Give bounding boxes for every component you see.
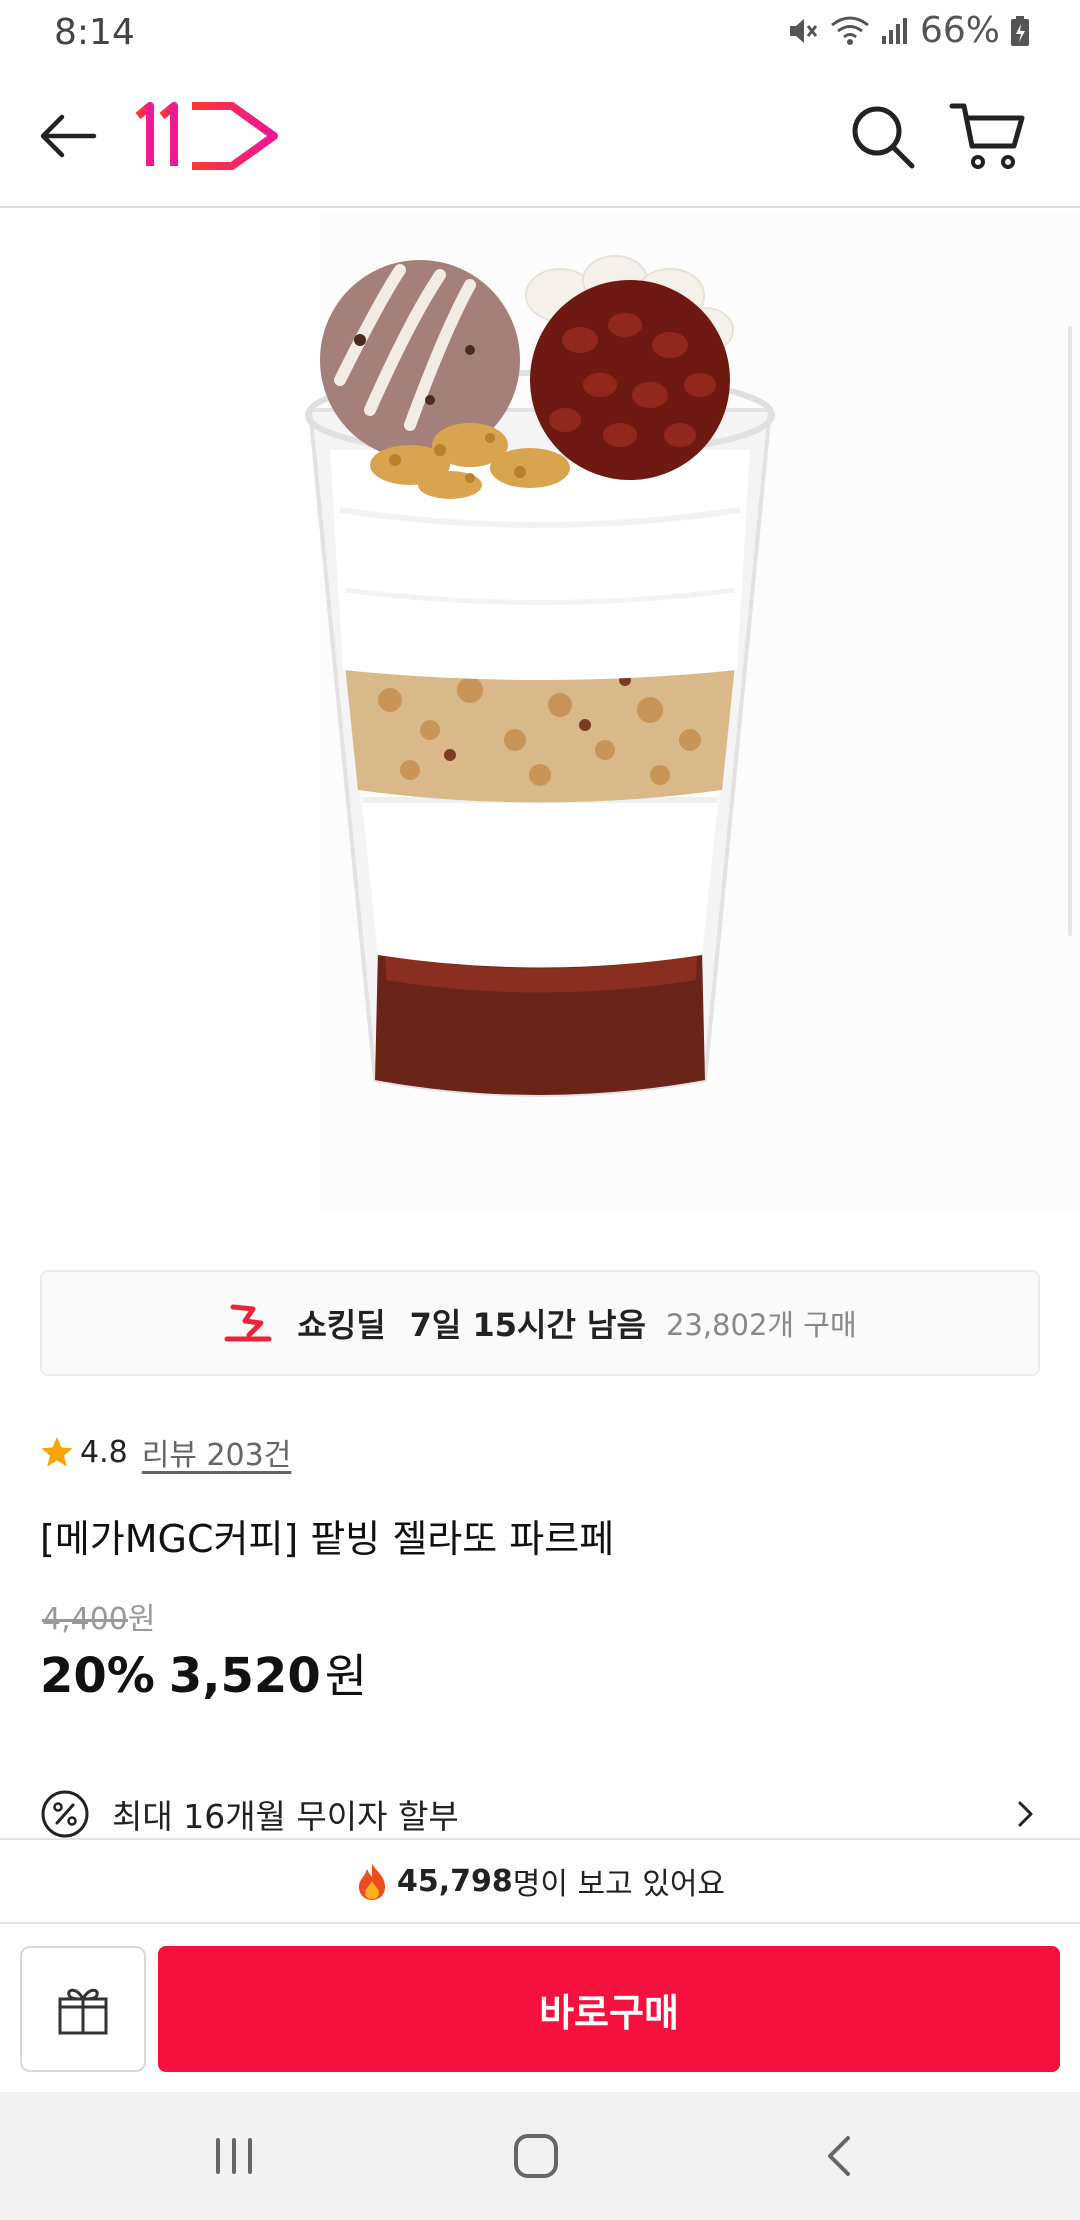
battery-icon bbox=[1011, 15, 1029, 46]
gift-button[interactable] bbox=[20, 1946, 146, 2072]
star-icon bbox=[41, 1437, 73, 1467]
deal-remaining-time: 7일 15시간 남음 bbox=[409, 1306, 646, 1344]
review-count-link[interactable]: 리뷰 203건 bbox=[142, 1430, 292, 1474]
mute-icon bbox=[789, 18, 818, 43]
original-price-currency: 원 bbox=[127, 1602, 156, 1637]
gift-icon bbox=[58, 1988, 108, 2035]
sale-price-row: 20% 3,520 원 bbox=[40, 1640, 367, 1706]
deal-purchase-count: 23,802개 구매 bbox=[665, 1308, 857, 1342]
system-nav-bar bbox=[0, 2092, 1080, 2220]
status-time: 8:14 bbox=[54, 12, 135, 53]
scroll-indicator[interactable] bbox=[1068, 326, 1072, 936]
fire-icon bbox=[358, 1863, 385, 1900]
status-bar: 8:14 66% bbox=[0, 0, 1080, 64]
status-icons: 66% bbox=[786, 10, 1030, 51]
shocking-deal-banner[interactable]: 쇼킹딜 7일 15시간 남음 23,802개 구매 bbox=[40, 1270, 1040, 1376]
rating-row: 4.8 리뷰 203건 bbox=[40, 1430, 291, 1474]
back-arrow-icon[interactable] bbox=[36, 104, 100, 168]
chevron-right-icon bbox=[1018, 1801, 1033, 1827]
viewers-text: 명이 보고 있어요 bbox=[512, 1867, 726, 1902]
rating-value: 4.8 bbox=[80, 1434, 128, 1470]
product-title: [메가MGC커피] 팥빙 젤라또 파르페 bbox=[40, 1517, 615, 1561]
sale-price-currency: 원 bbox=[324, 1649, 368, 1703]
product-image bbox=[0, 210, 1080, 1230]
sale-price: 3,520 bbox=[168, 1648, 321, 1704]
bottom-action-bar: 바로구매 bbox=[0, 1924, 1080, 2092]
viewers-count: 45,798 bbox=[396, 1863, 513, 1899]
wifi-icon bbox=[831, 16, 869, 45]
cart-icon[interactable] bbox=[948, 98, 1028, 174]
installment-text: 최대 16개월 무이자 할부 bbox=[112, 1797, 459, 1836]
app-header bbox=[0, 64, 1080, 208]
shocking-deal-icon bbox=[224, 1304, 272, 1342]
percent-icon bbox=[41, 1790, 89, 1838]
installment-row[interactable]: 최대 16개월 무이자 할부 bbox=[40, 1784, 1040, 1844]
search-icon[interactable] bbox=[848, 102, 918, 172]
signal-icon bbox=[881, 17, 907, 44]
deal-title: 쇼킹딜 bbox=[297, 1306, 386, 1344]
buy-now-button[interactable]: 바로구매 bbox=[158, 1946, 1060, 2072]
viewers-bar: 45,798 명이 보고 있어요 bbox=[0, 1838, 1080, 1924]
original-price: 4,400원 bbox=[42, 1594, 156, 1638]
home-icon[interactable] bbox=[510, 2130, 562, 2182]
battery-percent: 66% bbox=[919, 10, 1000, 51]
nav-back-icon[interactable] bbox=[820, 2132, 860, 2180]
discount-rate: 20% bbox=[40, 1648, 155, 1704]
recents-icon[interactable] bbox=[212, 2136, 256, 2176]
original-price-value: 4,400 bbox=[42, 1602, 128, 1637]
logo-11st[interactable] bbox=[134, 100, 284, 170]
